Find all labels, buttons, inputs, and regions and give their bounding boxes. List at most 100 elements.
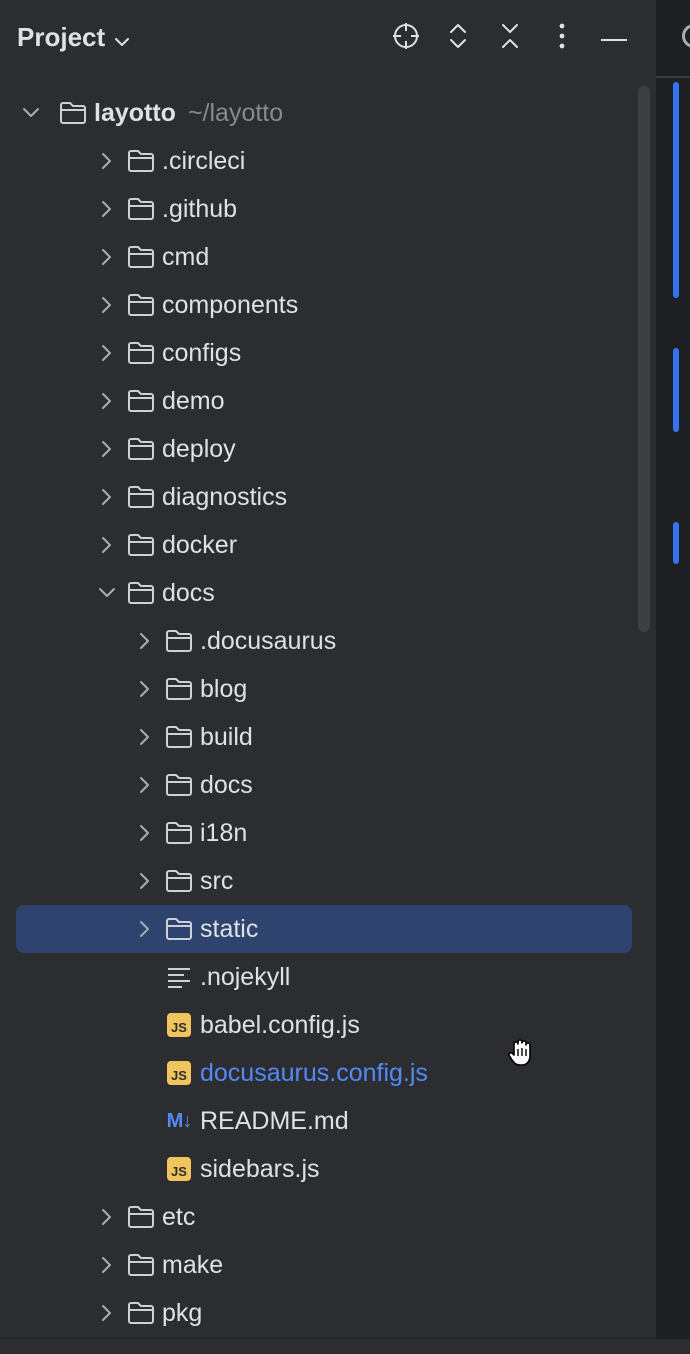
folder-icon	[164, 772, 194, 798]
hide-button[interactable]	[596, 20, 632, 56]
tree-folder-item[interactable]: docs	[0, 761, 640, 809]
folder-icon	[126, 1252, 156, 1278]
tree-folder-item[interactable]: configs	[0, 329, 640, 377]
chevron-right-icon[interactable]	[96, 342, 118, 364]
editor-tab-icon[interactable]	[682, 24, 690, 48]
chevron-right-icon[interactable]	[134, 678, 156, 700]
tree-folder-item[interactable]: i18n	[0, 809, 640, 857]
tree-file-item[interactable]: JS babel.config.js	[0, 1001, 640, 1049]
chevron-right-icon[interactable]	[96, 438, 118, 460]
chevron-right-icon[interactable]	[96, 294, 118, 316]
chevron-right-icon[interactable]	[96, 246, 118, 268]
chevron-down-icon[interactable]	[20, 102, 42, 124]
js-badge-label: JS	[167, 1157, 191, 1181]
tree-item-label: .nojekyll	[200, 962, 291, 991]
tree-item-label: components	[162, 290, 299, 319]
tree-file-item[interactable]: M↓ README.md	[0, 1097, 640, 1145]
chevron-right-icon[interactable]	[134, 870, 156, 892]
tree-folder-item[interactable]: cmd	[0, 233, 640, 281]
bottom-status-bar	[0, 1338, 690, 1354]
tree-folder-item[interactable]: blog	[0, 665, 640, 713]
tree-folder-item[interactable]: build	[0, 713, 640, 761]
project-view-selector[interactable]: Project	[17, 22, 131, 55]
collapse-icon	[498, 21, 522, 56]
folder-icon	[164, 676, 194, 702]
chevron-right-icon[interactable]	[134, 726, 156, 748]
tree-item-label: docs	[200, 770, 253, 799]
tool-window-title: Project	[17, 22, 106, 52]
tree-folder-item[interactable]: docs	[0, 569, 640, 617]
tree-item-label: .docusaurus	[200, 626, 337, 655]
tree-item-label: i18n	[200, 818, 248, 847]
chevron-right-icon[interactable]	[134, 774, 156, 796]
tree-item-label: build	[200, 722, 253, 751]
chevron-right-icon[interactable]	[96, 390, 118, 412]
tree-item-label: cmd	[162, 242, 210, 271]
js-file-icon: JS	[164, 1060, 194, 1086]
tree-folder-item[interactable]: demo	[0, 377, 640, 425]
tree-item-label: docusaurus.config.js	[200, 1058, 428, 1087]
chevron-right-icon[interactable]	[96, 1206, 118, 1228]
folder-icon	[126, 244, 156, 270]
tree-folder-item[interactable]: .circleci	[0, 137, 640, 185]
minimize-icon	[600, 29, 628, 47]
tree-item-label: configs	[162, 338, 242, 367]
vertical-scrollbar[interactable]	[638, 86, 650, 632]
tree-folder-item[interactable]: deploy	[0, 425, 640, 473]
crosshair-icon	[391, 21, 421, 56]
chevron-right-icon[interactable]	[96, 1302, 118, 1324]
tree-folder-item[interactable]: src	[0, 857, 640, 905]
tool-window-header: Project	[0, 0, 656, 78]
expand-all-button[interactable]	[440, 20, 476, 56]
tree-item-label: README.md	[200, 1106, 349, 1135]
tree-item-label: .circleci	[162, 146, 246, 175]
hand-cursor-icon	[508, 1038, 536, 1068]
chevron-down-icon[interactable]	[96, 582, 118, 604]
folder-icon	[164, 916, 194, 942]
tree-folder-item[interactable]: components	[0, 281, 640, 329]
folder-icon	[126, 580, 156, 606]
chevron-right-icon[interactable]	[134, 822, 156, 844]
text-file-icon	[164, 964, 194, 990]
chevron-right-icon[interactable]	[96, 486, 118, 508]
tree-folder-item[interactable]: .github	[0, 185, 640, 233]
chevron-right-icon[interactable]	[96, 150, 118, 172]
tree-item-label: docker	[162, 530, 238, 559]
editor-change-marker	[673, 348, 679, 432]
folder-icon	[126, 532, 156, 558]
folder-icon	[126, 436, 156, 462]
tree-file-item[interactable]: JS docusaurus.config.js	[0, 1049, 640, 1097]
markdown-file-icon: M↓	[164, 1108, 194, 1134]
tree-file-item[interactable]: JS sidebars.js	[0, 1145, 640, 1193]
tree-file-item[interactable]: .nojekyll	[0, 953, 640, 1001]
root-path-hint: ~/layotto	[187, 98, 284, 127]
tree-folder-item[interactable]: static	[0, 905, 640, 953]
tree-root-item[interactable]: layotto ~/layotto	[0, 89, 640, 137]
tree-folder-item[interactable]: .docusaurus	[0, 617, 640, 665]
chevron-right-icon[interactable]	[134, 918, 156, 940]
tree-item-label: sidebars.js	[200, 1154, 320, 1183]
editor-change-marker	[673, 82, 679, 298]
tree-item-label: demo	[162, 386, 225, 415]
chevron-right-icon[interactable]	[96, 1254, 118, 1276]
js-badge-label: JS	[167, 1013, 191, 1037]
chevron-right-icon[interactable]	[96, 198, 118, 220]
tree-folder-item[interactable]: make	[0, 1241, 640, 1289]
folder-icon	[58, 100, 88, 126]
tree-folder-item[interactable]: diagnostics	[0, 473, 640, 521]
select-opened-file-button[interactable]	[388, 20, 424, 56]
chevron-right-icon[interactable]	[96, 534, 118, 556]
chevron-right-icon[interactable]	[134, 630, 156, 652]
folder-icon	[126, 1300, 156, 1326]
tree-item-label: deploy	[162, 434, 236, 463]
tree-folder-item[interactable]: etc	[0, 1193, 640, 1241]
options-button[interactable]	[544, 20, 580, 56]
tree-folder-item[interactable]: docker	[0, 521, 640, 569]
folder-icon	[126, 1204, 156, 1230]
folder-icon	[126, 196, 156, 222]
tree-folder-item[interactable]: pkg	[0, 1289, 640, 1337]
collapse-all-button[interactable]	[492, 20, 528, 56]
